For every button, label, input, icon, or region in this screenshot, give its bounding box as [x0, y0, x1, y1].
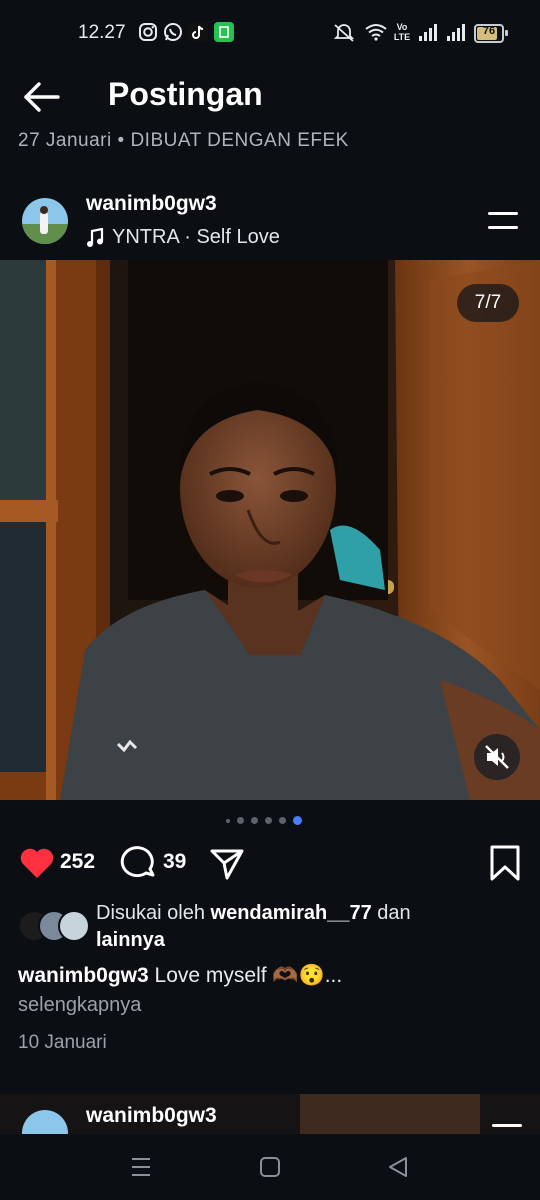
- like-count[interactable]: 252: [60, 850, 95, 874]
- carousel-dot: [226, 818, 230, 823]
- mute-notification-icon: [333, 24, 355, 42]
- status-bar: 12.27 Vo LTE 76: [0, 0, 540, 64]
- recent-apps-icon[interactable]: [126, 1154, 156, 1180]
- battery-icon: 76: [474, 24, 508, 43]
- page-title: Postingan: [108, 76, 263, 112]
- liked-by-text: Disukai oleh wendamirah__77 dan lainnya: [96, 900, 516, 954]
- carousel-dot: [265, 817, 272, 824]
- caption-text: Love myself 🫶🏾😯...: [148, 964, 343, 987]
- status-time: 12.27: [78, 22, 126, 43]
- see-more-link[interactable]: selengkapnya: [18, 994, 141, 1017]
- liker-avatars[interactable]: [18, 910, 90, 942]
- wifi-icon: [365, 24, 387, 41]
- music-info[interactable]: YNTRA · Self Love: [86, 226, 280, 249]
- liked-by-suffix: dan: [371, 902, 411, 924]
- liked-by-prefix: Disukai oleh: [96, 902, 211, 924]
- post-menu-icon[interactable]: [492, 1124, 522, 1127]
- back-nav-icon[interactable]: [384, 1154, 414, 1180]
- next-post-preview[interactable]: [0, 1094, 540, 1134]
- post-menu-icon[interactable]: [488, 210, 522, 232]
- post-photo[interactable]: [0, 260, 540, 800]
- carousel-counter: 7/7: [457, 284, 519, 322]
- liked-by-user[interactable]: wendamirah__77: [211, 902, 372, 924]
- liked-by-others[interactable]: lainnya: [96, 929, 165, 951]
- speaker-muted-icon: [485, 745, 509, 769]
- volte-icon: Vo LTE: [393, 22, 411, 42]
- caption-username[interactable]: wanimb0gw3: [18, 964, 149, 987]
- carousel-dot: [237, 817, 244, 824]
- signal-icon: [447, 24, 465, 41]
- back-arrow-icon[interactable]: [22, 80, 62, 114]
- comment-icon[interactable]: [120, 844, 158, 882]
- post-username[interactable]: wanimb0gw3: [86, 192, 217, 216]
- carousel-dot: [279, 817, 286, 824]
- tiktok-icon: [188, 22, 208, 42]
- battery-level: 76: [482, 25, 496, 37]
- mute-toggle-button[interactable]: [474, 734, 520, 780]
- share-icon[interactable]: [208, 844, 246, 882]
- carousel-dots: [226, 816, 302, 825]
- music-note-icon: [87, 227, 104, 247]
- app-icon: [214, 22, 234, 42]
- bookmark-icon[interactable]: [486, 844, 524, 882]
- avatar: [58, 910, 90, 942]
- home-icon[interactable]: [255, 1154, 285, 1180]
- whatsapp-icon: [164, 23, 182, 41]
- instagram-icon: [139, 23, 157, 41]
- post-date: 10 Januari: [18, 1032, 107, 1053]
- music-label: YNTRA · Self Love: [112, 226, 280, 248]
- signal-icon: [419, 24, 437, 41]
- carousel-dot: [251, 817, 258, 824]
- comment-count[interactable]: 39: [163, 850, 186, 874]
- caption: wanimb0gw3 Love myself 🫶🏾😯...: [18, 962, 528, 990]
- previous-post-meta: 27 Januari • DIBUAT DENGAN EFEK: [18, 130, 349, 146]
- next-post-username[interactable]: wanimb0gw3: [86, 1104, 217, 1128]
- carousel-dot-active: [293, 816, 302, 825]
- avatar[interactable]: [22, 198, 68, 244]
- heart-icon[interactable]: [18, 844, 56, 882]
